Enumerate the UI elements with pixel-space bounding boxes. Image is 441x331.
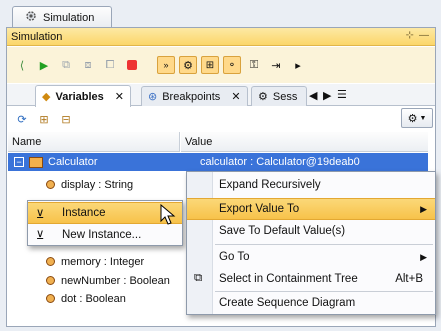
close-icon[interactable]: ✕ (231, 90, 240, 103)
panel-title-bar: Simulation ⊹ — (7, 28, 435, 46)
submenu-arrow-icon: ▶ (420, 203, 427, 214)
variables-toolbar: ⟳ ⊞ ⊟ (7, 107, 435, 131)
panel-title: Simulation (11, 30, 63, 43)
stop-icon[interactable] (123, 56, 141, 74)
column-header-value[interactable]: Value (181, 132, 428, 152)
menu-item-select-in-containment-tree[interactable]: ⧉ Select in Containment Tree Alt+B (187, 268, 435, 290)
menu-item-export-value-to[interactable]: Export Value To ▶ (187, 198, 435, 220)
simulation-view-tab[interactable]: Simulation (12, 6, 112, 28)
tab-sessions-label: Sess (272, 90, 298, 103)
animation-speed-icon[interactable]: » (157, 56, 175, 74)
table-row[interactable]: newNumber : Boolean (8, 271, 200, 290)
table-row-root[interactable]: − Calculator calculator : Calculator@19d… (8, 153, 428, 171)
root-name: Calculator (48, 156, 98, 168)
new-instance-icon: ⊻ (36, 230, 45, 242)
menu-separator (215, 244, 433, 245)
back-icon[interactable]: ⟨ (13, 56, 31, 74)
simulation-gear-icon (25, 10, 37, 25)
refresh-icon[interactable]: ⟳ (13, 110, 31, 128)
export-icon[interactable]: ⇥ (267, 56, 285, 74)
tab-sessions[interactable]: ⚙ Sess (251, 86, 307, 106)
menu-item-create-sequence-diagram[interactable]: Create Sequence Diagram (187, 292, 435, 314)
tab-scroll-left-icon[interactable]: ◀ (309, 89, 317, 102)
menu-item-save-default-values[interactable]: Save To Default Value(s) (187, 220, 435, 242)
tab-scroll-right-icon[interactable]: ▶ (323, 89, 331, 102)
context-menu: Expand Recursively Export Value To ▶ Sav… (186, 171, 436, 315)
pin-icon[interactable]: ⊹ (406, 30, 414, 41)
mouse-pointer-icon (160, 203, 176, 229)
property-icon (46, 276, 55, 285)
trace-icon[interactable]: ⚬ (223, 56, 241, 74)
class-icon (29, 156, 43, 168)
tab-breakpoints[interactable]: ⊛ Breakpoints ✕ (141, 86, 248, 106)
variables-icon: ◆ (42, 91, 51, 103)
collapse-icon[interactable]: ⊟ (57, 110, 75, 128)
hierarchy-icon[interactable]: ⊞ (201, 56, 219, 74)
close-icon[interactable]: ✕ (115, 90, 124, 103)
submenu-arrow-icon: ▶ (420, 251, 427, 262)
lock-icon[interactable]: ⚿ (245, 56, 263, 74)
column-header-name[interactable]: Name (8, 132, 180, 152)
simulation-toolbar: ⟨ ▶ ⧉ ⧈ ⧠ » ⚙ ⊞ ⚬ ⚿ ⇥ ▸ (7, 47, 435, 83)
options-gear-button[interactable]: ⚙ ▼ (401, 108, 433, 128)
table-row[interactable]: display : String o (8, 175, 196, 194)
shortcut-label: Alt+B (395, 273, 423, 285)
step-over-icon[interactable]: ⧈ (79, 56, 97, 74)
step-out-icon[interactable]: ⧠ (101, 56, 119, 74)
minimize-icon[interactable]: — (419, 30, 429, 41)
gear-settings-icon[interactable]: ⚙ (179, 56, 197, 74)
instance-icon: ⊻ (36, 209, 45, 221)
tab-list-icon[interactable]: ☰ (337, 88, 347, 101)
run-icon[interactable]: ▶ (35, 56, 53, 74)
table-row[interactable]: dot : Boolean (8, 289, 200, 308)
simulation-tab-label: Simulation (43, 11, 95, 24)
table-row[interactable]: memory : Integer (8, 252, 190, 271)
more-right-icon[interactable]: ▸ (289, 56, 307, 74)
menu-item-instance[interactable]: ⊻ Instance (28, 202, 182, 224)
step-into-icon[interactable]: ⧉ (57, 56, 75, 74)
menu-item-expand-recursively[interactable]: Expand Recursively (187, 174, 435, 196)
property-icon (46, 257, 55, 266)
containment-tree-icon: ⧉ (194, 272, 203, 284)
property-icon (46, 294, 55, 303)
tab-variables[interactable]: ◆ Variables ✕ (35, 85, 132, 107)
expand-icon[interactable]: ⊞ (35, 110, 53, 128)
collapse-toggle-icon[interactable]: − (14, 157, 24, 167)
tab-breakpoints-label: Breakpoints (162, 90, 221, 103)
breakpoints-icon: ⊛ (148, 91, 158, 103)
gear-icon: ⚙ (407, 112, 418, 125)
chevron-down-icon: ▼ (419, 114, 427, 122)
root-value: calculator : Calculator@19deab0 (200, 156, 360, 168)
sessions-gear-icon: ⚙ (258, 91, 268, 103)
menu-item-new-instance[interactable]: ⊻ New Instance... (28, 224, 182, 246)
tab-variables-label: Variables (55, 90, 104, 103)
inner-tab-strip: ◆ Variables ✕ ⊛ Breakpoints ✕ ⚙ Sess ◀ ▶… (7, 84, 435, 107)
menu-item-go-to[interactable]: Go To ▶ (187, 246, 435, 268)
property-icon (46, 180, 55, 189)
